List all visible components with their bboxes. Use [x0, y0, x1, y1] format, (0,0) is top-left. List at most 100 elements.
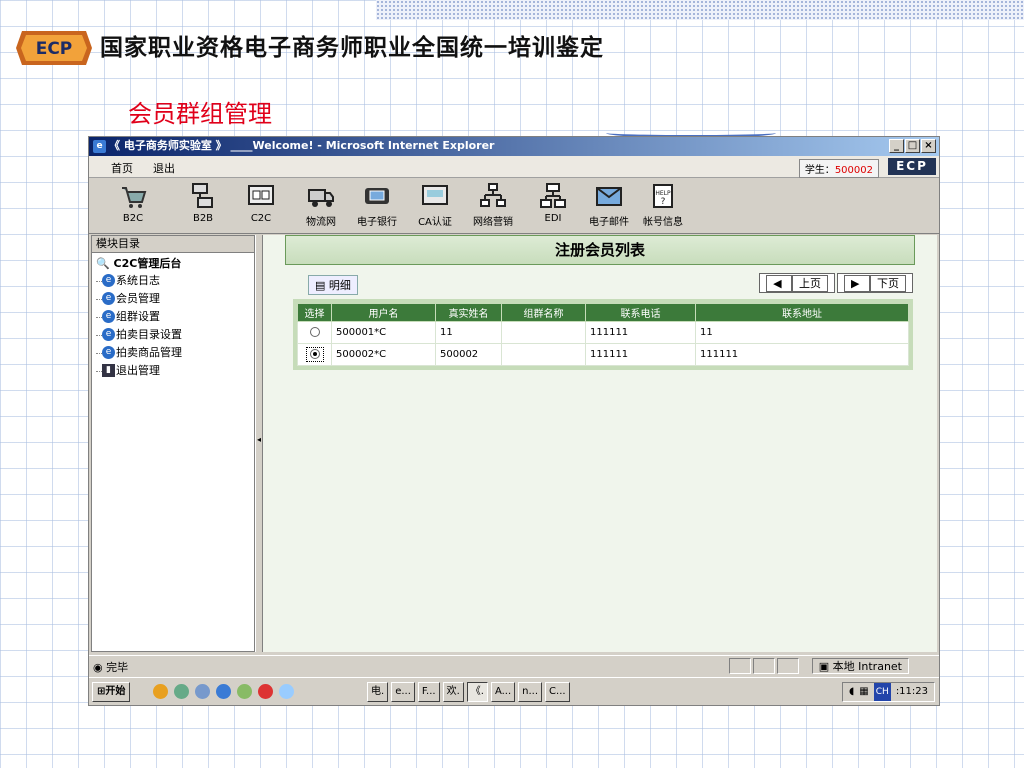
ie-icon: e: [93, 140, 106, 153]
toolbar-email[interactable]: 电子邮件: [583, 182, 635, 228]
sidebar-item-member-management[interactable]: e 会员管理: [96, 290, 250, 308]
language-indicator[interactable]: CH: [873, 683, 891, 701]
col-group: 组群名称: [501, 303, 586, 322]
task-button[interactable]: 电.: [367, 682, 389, 702]
task-buttons: 电. e... F... 欢. 《. A... n... C...: [367, 682, 570, 702]
brand-badge: ECP: [888, 158, 936, 175]
page-icon: e: [102, 346, 115, 359]
svg-text:HELP: HELP: [655, 190, 671, 197]
quicklaunch-icon[interactable]: [279, 684, 294, 699]
toolbar-account[interactable]: HELP? 帐号信息: [637, 182, 689, 228]
quicklaunch-icon[interactable]: [237, 684, 252, 699]
quicklaunch-icon[interactable]: [153, 684, 168, 699]
collapse-arrow-icon[interactable]: ◂: [257, 435, 261, 444]
cell-group: [501, 321, 586, 344]
focus-ring: [305, 347, 324, 362]
start-button[interactable]: ⊞开始: [92, 682, 131, 702]
ie-quicklaunch-icon[interactable]: [216, 684, 231, 699]
cell-group: [501, 343, 586, 366]
cell-realname: 500002: [435, 343, 502, 366]
toolbar-logistics[interactable]: 物流网: [295, 182, 347, 228]
module-sidebar: 模块目录 🔍 C2C管理后台 e 系统日志 e 会员管理 e 组群设置 e 拍卖目录设置…: [91, 235, 255, 652]
cell-address: 111111: [695, 343, 909, 366]
student-id: 500002: [834, 165, 873, 176]
page-icon: e: [102, 292, 115, 305]
tree-root[interactable]: 🔍 C2C管理后台: [96, 255, 250, 272]
task-button[interactable]: A...: [490, 682, 516, 702]
system-tray: ◖ ▦ CH :11:23: [842, 682, 935, 702]
prev-page-button[interactable]: ◀ 上页: [759, 273, 836, 293]
task-button-active[interactable]: 《.: [466, 682, 488, 702]
page-icon: e: [102, 274, 115, 287]
slide-background: ECP 国家职业资格电子商务师职业全国统一培训鉴定 会员群组管理 e 《 电子商…: [0, 0, 1024, 768]
clock: :11:23: [895, 686, 928, 697]
table-row[interactable]: 500001*C 11 111111 11: [297, 321, 909, 344]
cell-username: 500001*C: [331, 321, 436, 344]
toolbar-b2c[interactable]: B2C: [107, 182, 159, 224]
mail-icon: [596, 187, 622, 206]
sidebar-item-auction-goods[interactable]: e 拍卖商品管理: [96, 344, 250, 362]
svg-text:ECP: ECP: [36, 39, 73, 59]
task-button[interactable]: C...: [545, 682, 570, 702]
task-button[interactable]: F...: [417, 682, 440, 702]
toolbar-edi[interactable]: EDI: [527, 182, 579, 224]
maximize-button[interactable]: □: [905, 139, 920, 153]
security-zone: ▣ 本地 Intranet: [811, 658, 909, 674]
frame-splitter[interactable]: ◂: [255, 235, 263, 652]
quick-launch: [153, 684, 294, 699]
cell-phone: 111111: [585, 343, 696, 366]
svg-text:?: ?: [661, 197, 666, 207]
cart-icon: [122, 187, 147, 208]
menu-home[interactable]: 首页: [111, 160, 133, 176]
task-button[interactable]: 欢.: [442, 682, 464, 702]
sidebar-item-group-settings[interactable]: e 组群设置: [96, 308, 250, 326]
quicklaunch-icon[interactable]: [258, 684, 273, 699]
sidebar-item-auction-catalog[interactable]: e 拍卖目录设置: [96, 326, 250, 344]
menubar: 首页 退出 学生：500002 ECP: [89, 156, 939, 178]
module-tree: 🔍 C2C管理后台 e 系统日志 e 会员管理 e 组群设置 e 拍卖目录设置 e 拍卖商…: [92, 253, 254, 382]
cell-username: 500002*C: [331, 343, 436, 366]
exit-icon: ▮: [102, 364, 115, 377]
menu-logout[interactable]: 退出: [153, 160, 175, 176]
network-tray-icon[interactable]: ▦: [859, 683, 868, 701]
table-row[interactable]: 500002*C 500002 111111 111111: [297, 343, 909, 366]
close-button[interactable]: ×: [921, 139, 936, 153]
slide-subtitle: 会员群组管理: [128, 100, 272, 128]
task-button[interactable]: n...: [518, 682, 543, 702]
status-text: ◉ 完毕: [93, 661, 129, 674]
task-button[interactable]: e...: [391, 682, 415, 702]
sidebar-item-system-log[interactable]: e 系统日志: [96, 272, 250, 290]
col-username: 用户名: [331, 303, 436, 322]
minimize-button[interactable]: _: [889, 139, 904, 153]
row-radio[interactable]: [309, 327, 320, 337]
page-done-icon: ◉: [93, 661, 107, 674]
browser-window: e 《 电子商务师实验室 》 ____Welcome! - Microsoft …: [88, 136, 940, 706]
detail-button[interactable]: ▤ 明细: [308, 275, 358, 295]
quicklaunch-icon[interactable]: [195, 684, 210, 699]
window-titlebar[interactable]: e 《 电子商务师实验室 》 ____Welcome! - Microsoft …: [89, 137, 939, 156]
toolbar-b2b[interactable]: B2B: [177, 182, 229, 224]
table-header-row: 选择 用户名 真实姓名 组群名称 联系电话 联系地址: [297, 303, 909, 322]
col-realname: 真实姓名: [435, 303, 502, 322]
speaker-icon[interactable]: ◖: [849, 683, 854, 701]
toolbar-c2c[interactable]: C2C: [235, 182, 287, 224]
next-page-button[interactable]: ▶ 下页: [837, 273, 913, 293]
row-select-cell: [297, 343, 332, 366]
prev-arrow-icon: ◀: [766, 275, 793, 292]
col-select: 选择: [297, 303, 332, 322]
sidebar-item-exit[interactable]: ▮ 退出管理: [96, 362, 250, 380]
top-pattern-band: [376, 0, 1024, 20]
main-content: 注册会员列表 ▤ 明细 ◀ 上页 ▶ 下页 选择 用户名 真实姓名 组群名称 联…: [263, 235, 937, 652]
certificate-icon: [422, 185, 448, 205]
col-phone: 联系电话: [585, 303, 696, 322]
detail-icon: ▤: [315, 279, 329, 292]
toolbar-ebank[interactable]: 电子银行: [351, 182, 403, 228]
window-controls: _ □ ×: [889, 139, 936, 153]
quicklaunch-icon[interactable]: [174, 684, 189, 699]
status-cells: [729, 658, 799, 674]
toolbar-marketing[interactable]: 网络营销: [467, 182, 519, 228]
toolbar-ca[interactable]: CA认证: [409, 182, 461, 228]
slide-title: 国家职业资格电子商务师职业全国统一培训鉴定: [100, 35, 604, 61]
magnifier-icon: 🔍: [96, 257, 114, 270]
row-radio-selected[interactable]: [309, 349, 320, 359]
